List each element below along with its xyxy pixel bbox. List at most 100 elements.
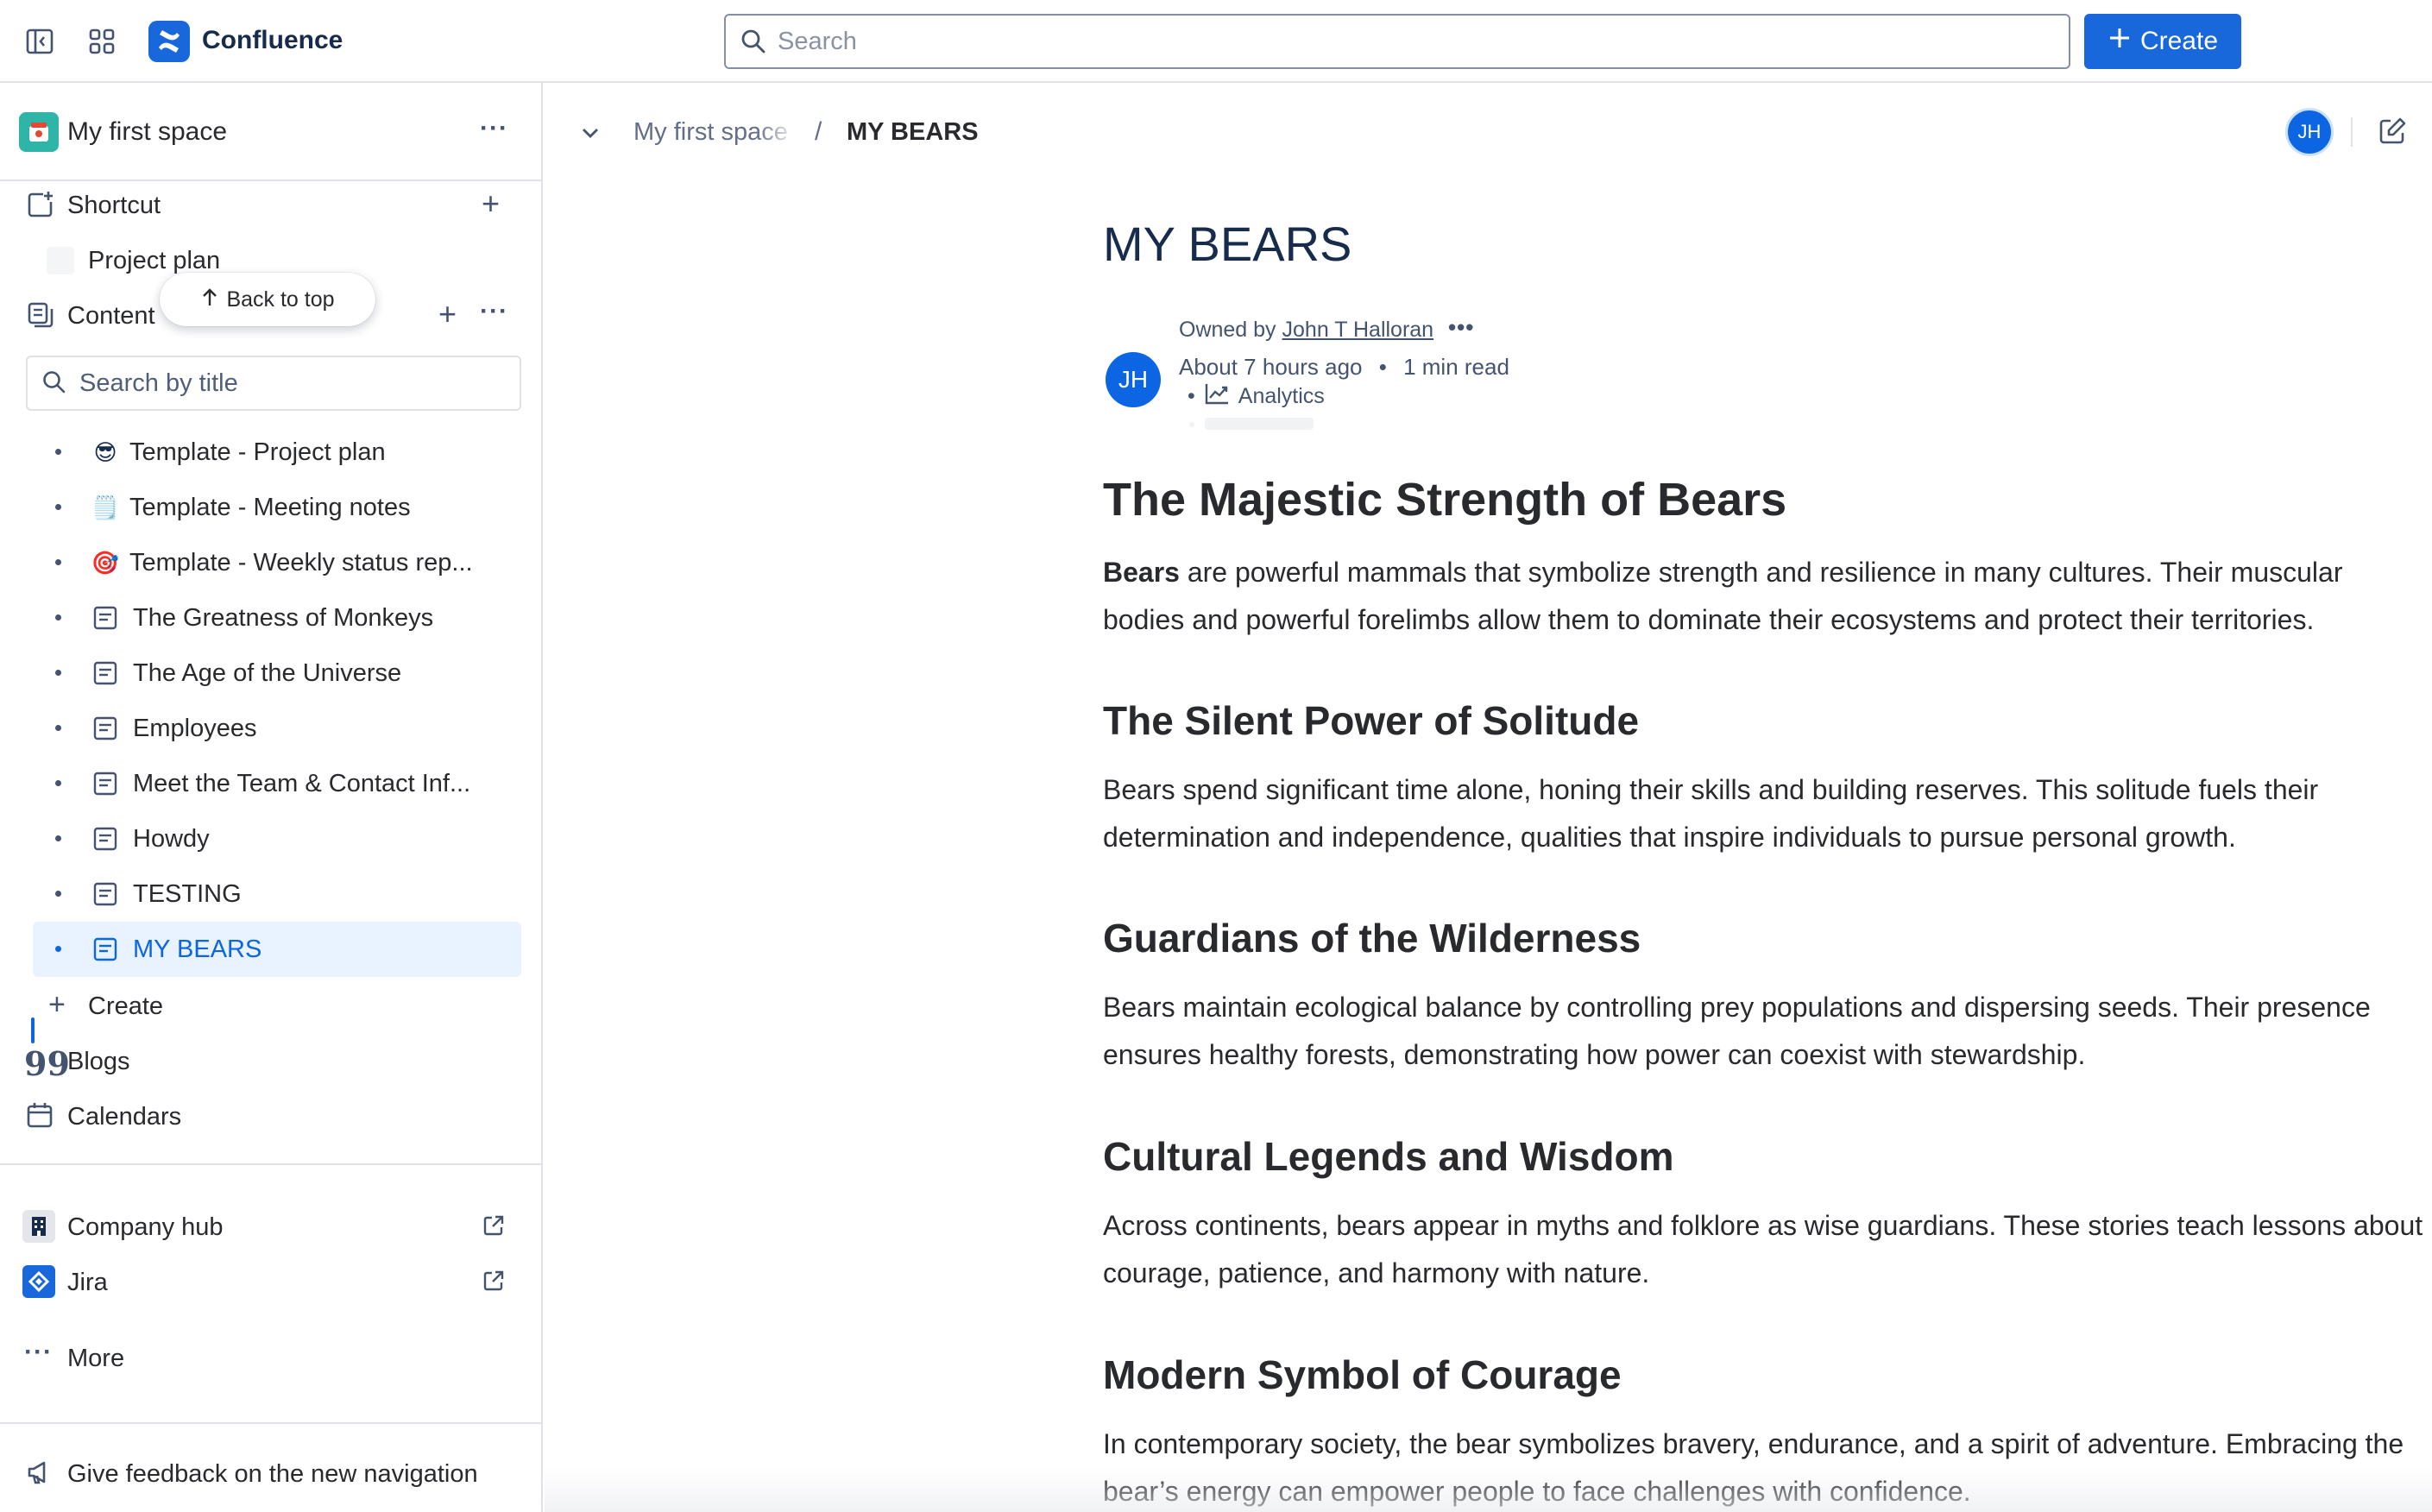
- section-heading: The Majestic Strength of Bears: [1103, 474, 1787, 526]
- section-heading: Guardians of the Wilderness: [1103, 916, 1641, 961]
- back-to-top-button[interactable]: Back to top: [160, 273, 375, 326]
- search-by-title[interactable]: [26, 356, 521, 411]
- sidebar-toggle-icon[interactable]: [22, 24, 57, 59]
- bullet: [55, 725, 61, 731]
- bullet: [55, 891, 61, 897]
- meta-bullet: •: [1188, 384, 1195, 408]
- global-search[interactable]: [724, 14, 2070, 69]
- breadcrumb-current[interactable]: MY BEARS: [847, 118, 979, 147]
- quote-icon: 99: [24, 1044, 70, 1083]
- external-link-icon[interactable]: [482, 1213, 506, 1238]
- page-meta: About 7 hours ago • 1 min read: [1179, 354, 1509, 381]
- owner-link[interactable]: John T Halloran: [1282, 318, 1434, 342]
- tree-item-template-weekly-status[interactable]: 🎯 Template - Weekly status rep...: [33, 535, 521, 590]
- divider: [0, 180, 541, 181]
- content-icon: [26, 300, 55, 334]
- bullet: [55, 780, 61, 786]
- page-icon: [91, 825, 119, 853]
- top-navigation-bar: Confluence Create: [0, 0, 2432, 83]
- section-paragraph: Bears maintain ecological balance by con…: [1103, 992, 2371, 1070]
- edit-icon[interactable]: [2377, 116, 2408, 151]
- sidebar-item-jira[interactable]: Jira: [67, 1269, 108, 1297]
- byline-more-icon[interactable]: •••: [1448, 314, 1474, 341]
- tree-item-label: Template - Meeting notes: [129, 494, 411, 521]
- search-icon: [740, 28, 767, 60]
- sidebar-item-more[interactable]: More: [67, 1345, 124, 1373]
- page-icon: [91, 604, 119, 632]
- content-more-icon[interactable]: ···: [480, 297, 508, 326]
- arrow-up-icon: [200, 287, 219, 313]
- sidebar-item-company-hub[interactable]: Company hub: [67, 1213, 224, 1242]
- page-icon: [91, 770, 119, 797]
- calendar-icon: [26, 1101, 54, 1133]
- title-search-input[interactable]: [79, 369, 520, 398]
- tree-item-meet-the-team[interactable]: Meet the Team & Contact Inf...: [33, 756, 521, 811]
- sidebar-item-blogs[interactable]: Blogs: [67, 1048, 130, 1076]
- tree-item-template-project-plan[interactable]: 😎 Template - Project plan: [33, 425, 521, 480]
- analytics-link[interactable]: • Analytics: [1188, 381, 1325, 412]
- section-paragraph: In contemporary society, the bear symbol…: [1103, 1428, 2404, 1507]
- create-button[interactable]: Create: [2084, 14, 2241, 69]
- megaphone-icon: [26, 1458, 54, 1490]
- tree-item-greatness-of-monkeys[interactable]: The Greatness of Monkeys: [33, 590, 521, 646]
- tree-item-label: The Greatness of Monkeys: [133, 604, 434, 632]
- chevron-down-icon[interactable]: [578, 121, 602, 149]
- jira-logo-icon: [22, 1265, 55, 1298]
- page-icon: [91, 659, 119, 687]
- section-paragraph: Bears are powerful mammals that symboliz…: [1103, 549, 2423, 644]
- active-indicator: [31, 1017, 35, 1043]
- plus-icon: [2108, 26, 2132, 57]
- tree-item-label: TESTING: [133, 880, 242, 908]
- shortcut-icon: [26, 190, 55, 224]
- breadcrumb-space[interactable]: My first space: [633, 118, 797, 147]
- sidebar-create-link[interactable]: Create: [88, 992, 163, 1021]
- owned-by: Owned by John T Halloran: [1179, 318, 1433, 343]
- read-time: 1 min read: [1403, 354, 1509, 380]
- feedback-link[interactable]: Give feedback on the new navigation: [67, 1460, 478, 1489]
- updated-time: About 7 hours ago: [1179, 354, 1363, 380]
- page-icon: [91, 880, 119, 908]
- section-paragraph: Bears spend significant time alone, honi…: [1103, 774, 2319, 853]
- tree-item-testing[interactable]: TESTING: [33, 866, 521, 922]
- bold-lead: Bears: [1103, 557, 1180, 588]
- owner-avatar[interactable]: JH: [1106, 352, 1161, 407]
- emoji-icon: 🗒️: [91, 494, 120, 520]
- tree-item-label: The Age of the Universe: [133, 659, 402, 687]
- bullet: [55, 504, 61, 510]
- divider: [2351, 117, 2353, 147]
- owned-by-prefix: Owned by: [1179, 318, 1282, 342]
- meta-bullet: •: [1378, 354, 1387, 380]
- section-heading: Cultural Legends and Wisdom: [1103, 1134, 1674, 1179]
- search-input[interactable]: [778, 27, 2069, 56]
- tree-item-howdy[interactable]: Howdy: [33, 811, 521, 866]
- building-icon: [22, 1210, 55, 1243]
- tree-item-employees[interactable]: Employees: [33, 701, 521, 756]
- shortcuts-label[interactable]: Shortcut: [67, 192, 161, 220]
- add-shortcut-icon[interactable]: +: [482, 188, 500, 219]
- sidebar-item-calendars[interactable]: Calendars: [67, 1103, 181, 1131]
- search-icon: [41, 369, 67, 400]
- content-label[interactable]: Content: [67, 302, 155, 331]
- page-icon: [91, 715, 119, 742]
- bullet: [55, 449, 61, 455]
- bullet: [55, 946, 61, 952]
- page-title: MY BEARS: [1103, 217, 1352, 271]
- tree-item-label: Template - Project plan: [129, 438, 386, 466]
- confluence-logo-icon[interactable]: [148, 21, 190, 62]
- app-switcher-icon[interactable]: [85, 24, 119, 59]
- tree-item-label: MY BEARS: [133, 936, 262, 963]
- tree-item-age-of-universe[interactable]: The Age of the Universe: [33, 646, 521, 701]
- space-avatar[interactable]: [19, 112, 59, 152]
- space-name[interactable]: My first space: [67, 117, 227, 147]
- add-content-icon[interactable]: +: [438, 299, 457, 330]
- analytics-icon: [1204, 381, 1230, 412]
- external-link-icon[interactable]: [482, 1269, 506, 1293]
- app-title[interactable]: Confluence: [202, 26, 343, 55]
- emoji-icon: 😎: [93, 438, 117, 465]
- tree-item-template-meeting-notes[interactable]: 🗒️ Template - Meeting notes: [33, 480, 521, 535]
- space-more-icon[interactable]: ···: [480, 114, 508, 143]
- shortcut-item-project-plan[interactable]: Project plan: [88, 247, 220, 275]
- tree-item-my-bears[interactable]: MY BEARS: [33, 922, 521, 977]
- avatar[interactable]: JH: [2285, 108, 2334, 156]
- loading-placeholder: [1205, 418, 1314, 430]
